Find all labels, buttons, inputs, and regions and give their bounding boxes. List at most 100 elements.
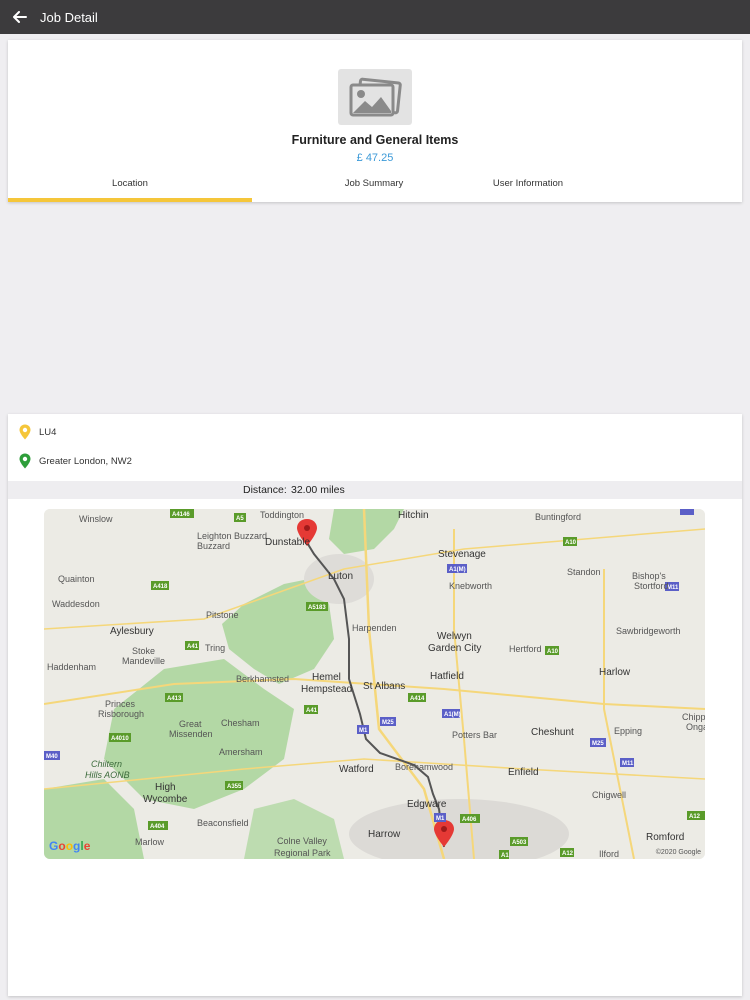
svg-text:M11: M11	[667, 585, 679, 591]
svg-text:Hertford: Hertford	[509, 644, 542, 654]
svg-text:Regional Park: Regional Park	[274, 848, 331, 858]
svg-text:A41: A41	[306, 708, 318, 714]
svg-text:Waddesdon: Waddesdon	[52, 599, 100, 609]
distance-value: 32.00 miles	[291, 484, 345, 496]
svg-text:Tring: Tring	[205, 643, 225, 653]
svg-text:Ilford: Ilford	[599, 849, 619, 859]
svg-text:M11: M11	[622, 761, 634, 767]
active-tab-indicator	[8, 198, 252, 202]
svg-text:A4010: A4010	[111, 736, 129, 742]
svg-text:A503: A503	[512, 840, 527, 846]
distance-bar: Distance: 32.00 miles	[8, 481, 742, 499]
svg-text:M1: M1	[359, 728, 368, 734]
dropoff-location-text: Greater London, NW2	[39, 455, 132, 467]
tab-location[interactable]: Location	[8, 168, 252, 198]
tab-user-information[interactable]: User Information	[448, 168, 608, 198]
pickup-location-row: LU4	[18, 422, 56, 442]
svg-text:A41: A41	[187, 644, 199, 650]
job-image	[338, 69, 412, 125]
svg-text:High: High	[155, 782, 176, 793]
svg-text:Harpenden: Harpenden	[352, 623, 397, 633]
svg-text:M40: M40	[46, 754, 58, 760]
svg-text:Garden City: Garden City	[428, 643, 481, 654]
map-pin-yellow-icon	[19, 424, 31, 440]
svg-text:M25: M25	[592, 741, 604, 747]
svg-text:Mandeville: Mandeville	[122, 656, 165, 666]
svg-text:Hitchin: Hitchin	[398, 510, 429, 521]
svg-text:A414: A414	[410, 696, 425, 702]
svg-text:Stevenage: Stevenage	[438, 549, 486, 560]
svg-text:Harrow: Harrow	[368, 829, 401, 840]
job-title: Furniture and General Items	[291, 133, 459, 147]
svg-text:Standon: Standon	[567, 567, 601, 577]
svg-text:M1: M1	[436, 816, 445, 822]
svg-text:Edgware: Edgware	[407, 799, 447, 810]
svg-text:Leighton Buzzard: Leighton Buzzard	[197, 531, 267, 541]
svg-text:Welwyn: Welwyn	[437, 631, 472, 642]
svg-text:Berkhamsted: Berkhamsted	[236, 674, 289, 684]
svg-text:Missenden: Missenden	[169, 729, 213, 739]
svg-text:Winslow: Winslow	[79, 514, 113, 524]
distance-label: Distance:	[243, 484, 287, 496]
svg-text:Buntingford: Buntingford	[535, 512, 581, 522]
svg-text:St Albans: St Albans	[363, 681, 405, 692]
map-pin-green-icon	[19, 453, 31, 469]
svg-text:M25: M25	[382, 720, 394, 726]
svg-text:Colne Valley: Colne Valley	[277, 836, 327, 846]
location-card: LU4 Greater London, NW2 Distance: 32.00 …	[8, 414, 742, 996]
svg-text:Wycombe: Wycombe	[143, 794, 188, 805]
svg-text:A1(M): A1(M)	[449, 567, 466, 573]
svg-text:A1: A1	[501, 853, 509, 859]
svg-text:Pitstone: Pitstone	[206, 610, 239, 620]
svg-text:Dunstable: Dunstable	[265, 537, 310, 548]
svg-text:Enfield: Enfield	[508, 767, 539, 778]
svg-text:A418: A418	[153, 584, 168, 590]
svg-text:Knebworth: Knebworth	[449, 581, 492, 591]
svg-text:A5: A5	[236, 516, 244, 522]
svg-text:A413: A413	[167, 696, 182, 702]
app-bar: Job Detail	[0, 0, 750, 34]
svg-text:Quainton: Quainton	[58, 574, 95, 584]
svg-text:Buzzard: Buzzard	[197, 541, 230, 551]
job-header-card: Furniture and General Items £ 47.25 Loca…	[8, 40, 742, 202]
image-placeholder-icon	[349, 77, 402, 117]
svg-text:Chigwell: Chigwell	[592, 790, 626, 800]
svg-text:A404: A404	[150, 824, 165, 830]
svg-text:A355: A355	[227, 784, 242, 790]
svg-text:Stoke: Stoke	[132, 646, 155, 656]
svg-text:Aylesbury: Aylesbury	[110, 626, 154, 637]
svg-text:Potters Bar: Potters Bar	[452, 730, 497, 740]
svg-text:Hempstead: Hempstead	[301, 684, 352, 695]
svg-text:Beaconsfield: Beaconsfield	[197, 818, 249, 828]
svg-text:Hatfield: Hatfield	[430, 671, 464, 682]
page-title: Job Detail	[40, 9, 98, 25]
svg-text:Watford: Watford	[339, 764, 374, 775]
map-canvas[interactable]: A4146 A5 A10 A1(M) A418 A5183 M11 A41 A1…	[44, 509, 705, 859]
job-price: £ 47.25	[356, 152, 394, 164]
svg-text:Princes: Princes	[105, 699, 136, 709]
svg-text:Risborough: Risborough	[98, 709, 144, 719]
arrow-left-icon	[13, 11, 27, 23]
svg-text:Chipp: Chipp	[682, 712, 705, 722]
svg-text:Bishop's: Bishop's	[632, 571, 666, 581]
svg-text:Harlow: Harlow	[599, 667, 631, 678]
back-button[interactable]	[0, 0, 40, 34]
dropoff-location-row: Greater London, NW2	[18, 451, 132, 471]
svg-text:Chesham: Chesham	[221, 718, 260, 728]
svg-text:Marlow: Marlow	[135, 837, 165, 847]
svg-text:Great: Great	[179, 719, 202, 729]
svg-text:Borehamwood: Borehamwood	[395, 762, 453, 772]
svg-text:A406: A406	[462, 817, 477, 823]
svg-text:A10: A10	[547, 649, 559, 655]
svg-text:Chiltern: Chiltern	[91, 759, 122, 769]
svg-text:Toddington: Toddington	[260, 510, 304, 520]
route-map[interactable]: A4146 A5 A10 A1(M) A418 A5183 M11 A41 A1…	[44, 509, 705, 859]
svg-text:Romford: Romford	[646, 832, 684, 843]
svg-text:Sawbridgeworth: Sawbridgeworth	[616, 626, 681, 636]
svg-text:A10: A10	[565, 540, 577, 546]
svg-text:Stortford: Stortford	[634, 581, 669, 591]
pickup-location-text: LU4	[39, 426, 57, 438]
svg-text:A12: A12	[689, 814, 701, 820]
svg-text:Hills AONB: Hills AONB	[85, 770, 130, 780]
svg-text:A4146: A4146	[172, 512, 190, 518]
